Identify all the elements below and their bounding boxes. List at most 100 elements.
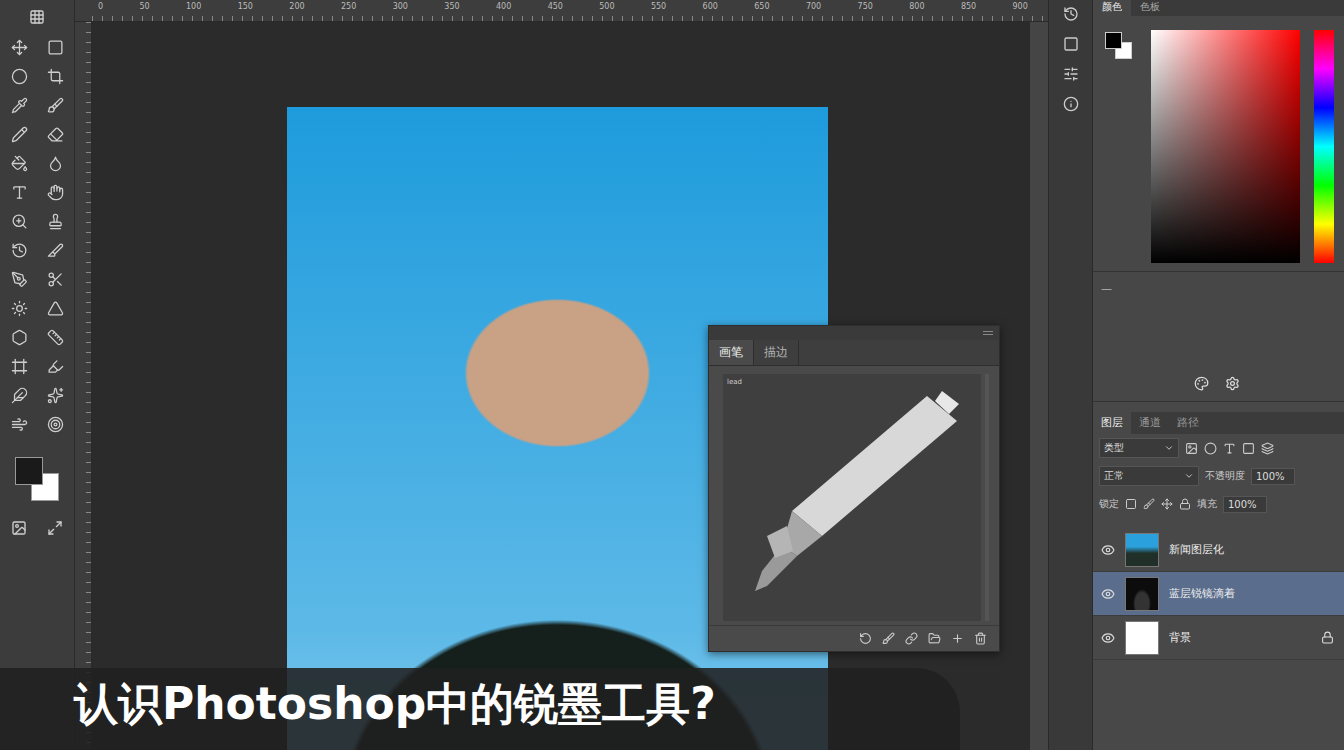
layer-row[interactable]: 背景 xyxy=(1093,616,1344,660)
canvas-scrollbar[interactable] xyxy=(1030,22,1048,750)
tool-button[interactable] xyxy=(43,385,67,406)
tool-button[interactable] xyxy=(43,153,67,174)
brush-icon[interactable] xyxy=(882,632,895,645)
ruler-label: 250 xyxy=(341,0,356,21)
reset-icon[interactable] xyxy=(859,632,872,645)
type-filter-icon[interactable] xyxy=(1223,442,1236,455)
tool-button[interactable] xyxy=(7,298,31,319)
tool-button[interactable] xyxy=(43,414,67,435)
tool-button[interactable] xyxy=(43,37,67,58)
ruler-label: 550 xyxy=(651,0,666,21)
canvas[interactable]: 画笔描边lead xyxy=(92,22,1030,750)
screen-mode-icon xyxy=(47,520,63,536)
tool-button[interactable] xyxy=(7,269,31,290)
tool-button[interactable] xyxy=(7,414,31,435)
blend-row: 正常不透明度100% xyxy=(1093,462,1344,490)
marquee-icon xyxy=(47,39,64,56)
tool-button[interactable] xyxy=(43,298,67,319)
color-field[interactable] xyxy=(1151,30,1300,263)
adjustments-icon[interactable] xyxy=(1063,66,1079,82)
tool-button[interactable] xyxy=(7,356,31,377)
tool-button[interactable] xyxy=(7,66,31,87)
lock-position-icon[interactable] xyxy=(1161,498,1173,510)
ruler-icon xyxy=(47,329,64,346)
filter-select[interactable]: 类型 xyxy=(1099,438,1179,458)
properties-icon[interactable] xyxy=(1063,36,1079,52)
info-icon[interactable] xyxy=(1063,96,1079,112)
layer-row[interactable]: 蓝层锐镜滴着 xyxy=(1093,572,1344,616)
sparkle-icon xyxy=(47,387,64,404)
tool-button[interactable] xyxy=(43,269,67,290)
pixel-filter-icon[interactable] xyxy=(1185,442,1198,455)
ruler-label: 600 xyxy=(703,0,718,21)
panel-tab[interactable]: 图层 xyxy=(1093,412,1131,434)
panel-tab[interactable]: 通道 xyxy=(1131,412,1169,434)
screen-mode-button[interactable] xyxy=(43,517,67,538)
shape-filter-icon[interactable] xyxy=(1242,442,1255,455)
trash-icon[interactable] xyxy=(974,632,987,645)
panel-tab[interactable]: 画笔 xyxy=(709,340,754,365)
new-preset-icon[interactable] xyxy=(951,632,964,645)
hue-slider[interactable] xyxy=(1314,30,1334,263)
panel-tab[interactable]: 路径 xyxy=(1169,412,1207,434)
lock-pixels-icon[interactable] xyxy=(1125,498,1137,510)
tool-button[interactable] xyxy=(7,95,31,116)
tool-button[interactable] xyxy=(43,182,67,203)
foreground-swatch[interactable] xyxy=(15,457,43,485)
color-swatches[interactable] xyxy=(9,451,65,507)
adjust-filter-icon[interactable] xyxy=(1204,442,1217,455)
move-icon xyxy=(11,39,28,56)
brush-scrollbar[interactable] xyxy=(985,374,989,621)
panel-tab[interactable]: 颜色 xyxy=(1093,0,1131,16)
eye-icon[interactable] xyxy=(1101,631,1115,645)
layers-panel: 图层通道路径类型正常不透明度100%锁定填充100%新闻图层化蓝层锐镜滴着背景 xyxy=(1093,402,1344,750)
folder-icon[interactable] xyxy=(928,632,941,645)
link-icon[interactable] xyxy=(905,632,918,645)
eye-icon[interactable] xyxy=(1101,587,1115,601)
ruler-label: 300 xyxy=(393,0,408,21)
settings-icon[interactable] xyxy=(1225,376,1240,391)
tool-button[interactable] xyxy=(43,211,67,232)
tool-button[interactable] xyxy=(7,182,31,203)
panel-tab[interactable]: 描边 xyxy=(754,340,799,365)
eye-icon[interactable] xyxy=(1101,543,1115,557)
tool-button[interactable] xyxy=(7,240,31,261)
ruler-label: 450 xyxy=(548,0,563,21)
mask-button[interactable] xyxy=(7,517,31,538)
tool-button[interactable] xyxy=(7,124,31,145)
lock-all-icon[interactable] xyxy=(1179,498,1191,510)
lock-paint-icon[interactable] xyxy=(1143,498,1155,510)
tool-button[interactable] xyxy=(7,153,31,174)
smart-filter-icon[interactable] xyxy=(1261,442,1274,455)
photoshop-window: 0501001502002503003504004505005506006507… xyxy=(0,0,1344,750)
ruler-label: 750 xyxy=(858,0,873,21)
tool-button[interactable] xyxy=(7,211,31,232)
tool-button[interactable] xyxy=(43,66,67,87)
opacity-field[interactable]: 100% xyxy=(1251,468,1295,485)
tool-button[interactable] xyxy=(7,385,31,406)
panel-tab[interactable]: 色板 xyxy=(1131,0,1169,16)
tool-button[interactable] xyxy=(7,37,31,58)
blend-mode-select[interactable]: 正常 xyxy=(1099,466,1199,486)
tool-button[interactable] xyxy=(43,327,67,348)
highlighter-icon xyxy=(47,358,64,375)
pencil-icon xyxy=(11,126,28,143)
ellipse-icon xyxy=(11,68,28,85)
zoom-icon xyxy=(11,213,28,230)
tool-button[interactable] xyxy=(43,124,67,145)
layer-row[interactable]: 新闻图层化 xyxy=(1093,528,1344,572)
tool-button[interactable] xyxy=(43,356,67,377)
history-icon[interactable] xyxy=(1063,6,1079,22)
tool-button[interactable] xyxy=(43,95,67,116)
toolbar-collapse[interactable] xyxy=(25,6,49,27)
tool-button[interactable] xyxy=(43,240,67,261)
tool-button[interactable] xyxy=(7,327,31,348)
eyedropper-icon xyxy=(11,97,28,114)
palette-icon[interactable] xyxy=(1194,376,1209,391)
panel-dock xyxy=(1048,0,1093,750)
panel-grip[interactable] xyxy=(709,326,999,340)
mode-grid xyxy=(7,517,67,538)
foreground-swatch[interactable] xyxy=(1105,32,1122,49)
ruler-label: 350 xyxy=(444,0,459,21)
fill-field[interactable]: 100% xyxy=(1223,496,1267,513)
